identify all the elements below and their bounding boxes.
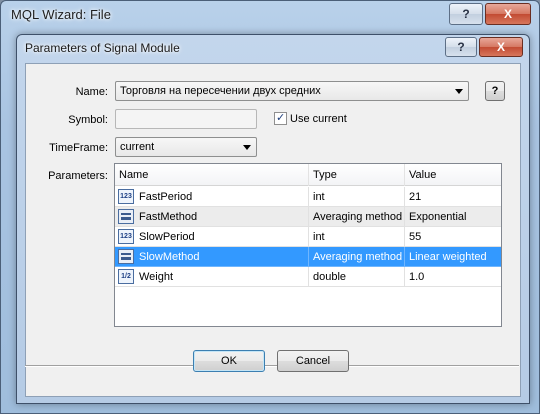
dialog-close-button[interactable]: X — [479, 37, 523, 57]
enum-param-icon — [118, 209, 134, 224]
timeframe-select-value: current — [120, 141, 155, 153]
parameters-table[interactable]: Name Type Value 123 FastPeriod int 21 Fa… — [114, 163, 502, 327]
table-row[interactable]: 123 FastPeriod int 21 — [115, 187, 501, 207]
integer-param-icon: 123 — [118, 189, 134, 204]
param-type: double — [309, 267, 405, 287]
timeframe-select[interactable]: current — [115, 137, 257, 157]
column-header-name[interactable]: Name — [115, 164, 309, 186]
parameters-label: Parameters: — [48, 170, 108, 182]
param-name: FastPeriod — [139, 191, 193, 203]
dialog-help-button[interactable]: ? — [445, 37, 477, 57]
table-row[interactable]: FastMethod Averaging method Exponential — [115, 207, 501, 227]
param-value[interactable]: 55 — [405, 227, 501, 247]
param-name: FastMethod — [139, 211, 198, 223]
param-type: int — [309, 227, 405, 247]
param-name: SlowMethod — [139, 251, 200, 263]
symbol-label: Symbol: — [68, 114, 108, 126]
integer-param-icon: 123 — [118, 229, 134, 244]
param-name: Weight — [139, 271, 174, 283]
column-header-value[interactable]: Value — [405, 164, 501, 186]
cancel-button[interactable]: Cancel — [277, 350, 349, 372]
param-name: SlowPeriod — [139, 231, 195, 243]
param-type: int — [309, 187, 405, 207]
use-current-label: Use current — [290, 113, 347, 125]
table-row[interactable]: 123 SlowPeriod int 55 — [115, 227, 501, 247]
window-help-button[interactable]: ? — [449, 3, 483, 25]
param-value[interactable]: 21 — [405, 187, 501, 207]
name-label: Name: — [75, 86, 108, 98]
column-header-type[interactable]: Type — [309, 164, 405, 186]
symbol-input[interactable] — [115, 109, 257, 129]
window-close-button[interactable]: X — [485, 3, 531, 25]
signal-module-dialog: Parameters of Signal Module ? X Name: То… — [16, 34, 530, 404]
dialog-title: Parameters of Signal Module — [25, 41, 180, 55]
timeframe-label: TimeFrame: — [49, 142, 108, 154]
name-help-button[interactable]: ? — [485, 81, 505, 101]
window-title: MQL Wizard: File — [11, 7, 111, 22]
enum-param-icon — [118, 249, 134, 264]
name-select[interactable]: Торговля на пересечении двух средних — [115, 81, 469, 101]
param-value[interactable]: Exponential — [405, 207, 501, 227]
checkmark-icon: ✓ — [276, 112, 286, 124]
table-row-selected[interactable]: SlowMethod Averaging method Linear weigh… — [115, 247, 501, 267]
table-row[interactable]: 1/2 Weight double 1.0 — [115, 267, 501, 287]
chevron-down-icon — [455, 89, 463, 94]
param-type: Averaging method — [309, 207, 405, 227]
param-value[interactable]: Linear weighted — [405, 247, 501, 267]
param-type: Averaging method — [309, 247, 405, 267]
param-value[interactable]: 1.0 — [405, 267, 501, 287]
use-current-checkbox[interactable]: ✓ — [274, 112, 287, 125]
double-param-icon: 1/2 — [118, 269, 134, 284]
chevron-down-icon — [243, 145, 251, 150]
table-header: Name Type Value — [115, 164, 501, 186]
name-select-value: Торговля на пересечении двух средних — [120, 85, 321, 97]
ok-button[interactable]: OK — [193, 350, 265, 372]
